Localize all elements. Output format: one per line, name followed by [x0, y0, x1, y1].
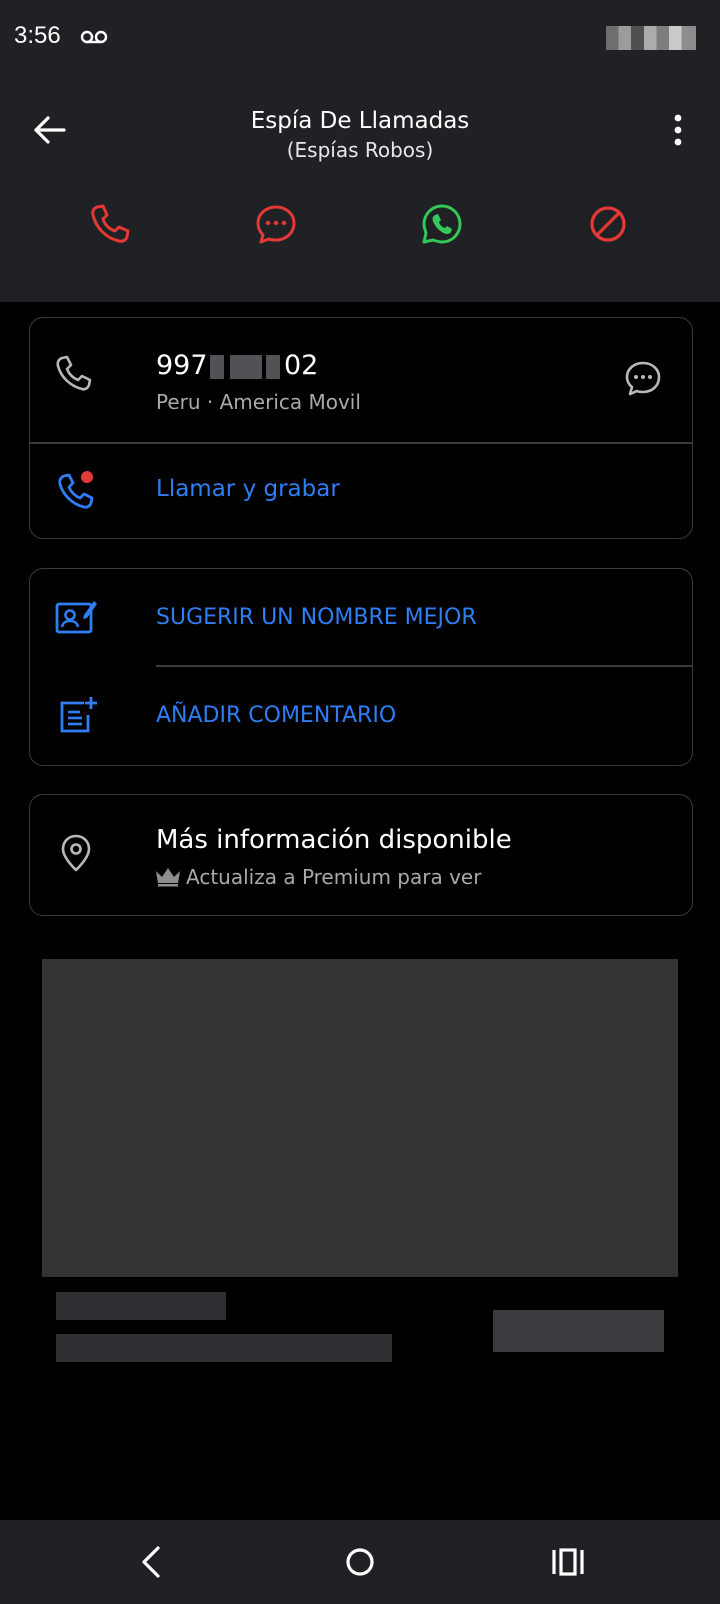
more-info-title: Más información disponible — [156, 825, 512, 855]
page-title: Espía De Llamadas — [250, 108, 470, 134]
edit-contact-icon — [55, 601, 97, 634]
voicemail-icon — [80, 30, 108, 44]
number-redaction — [210, 355, 224, 379]
call-button[interactable] — [88, 202, 132, 246]
phone-number-suffix[interactable]: 02 — [284, 350, 318, 381]
record-call-label: Llamar y grabar — [156, 476, 340, 502]
whatsapp-button[interactable] — [420, 202, 464, 246]
ad-placeholder-image[interactable] — [42, 959, 678, 1277]
number-card: 997 02 Peru · America Movil Llamar y gra… — [29, 317, 693, 539]
crown-icon — [156, 868, 180, 887]
record-call-row[interactable]: Llamar y grabar — [30, 444, 692, 538]
contact-header: Espía De Llamadas (Espías Robos) — [0, 80, 720, 302]
more-vertical-icon[interactable] — [662, 110, 694, 150]
ad-placeholder-line — [56, 1334, 392, 1362]
ad-placeholder-line — [56, 1292, 226, 1320]
carrier-label: Peru · America Movil — [156, 390, 361, 414]
premium-upsell-label: Actualiza a Premium para ver — [186, 865, 482, 889]
suggest-name-label: SUGERIR UN NOMBRE MEJOR — [156, 605, 477, 630]
phone-icon — [56, 355, 92, 391]
add-comment-label: AÑADIR COMENTARIO — [156, 703, 397, 728]
nav-back-icon[interactable] — [130, 1540, 174, 1584]
phone-number-prefix[interactable]: 997 — [156, 350, 208, 381]
page-subtitle: (Espías Robos) — [286, 138, 434, 162]
options-card: SUGERIR UN NOMBRE MEJOR AÑADIR COMENTARI… — [29, 568, 693, 766]
number-redaction — [266, 355, 280, 379]
message-button[interactable] — [254, 202, 298, 246]
status-bar: 3:56 — [0, 0, 720, 80]
chat-bubble-icon[interactable] — [624, 360, 662, 398]
nav-recents-icon[interactable] — [546, 1540, 590, 1584]
nav-home-icon[interactable] — [338, 1540, 382, 1584]
record-call-icon — [58, 469, 95, 509]
ad-placeholder-button[interactable] — [493, 1310, 664, 1352]
add-comment-row[interactable]: AÑADIR COMENTARIO — [30, 667, 692, 765]
more-info-card[interactable]: Más información disponible Actualiza a P… — [29, 794, 693, 916]
status-time: 3:56 — [14, 22, 61, 49]
location-pin-icon — [61, 834, 91, 872]
number-redaction — [230, 355, 262, 379]
block-button[interactable] — [586, 202, 630, 246]
suggest-name-row[interactable]: SUGERIR UN NOMBRE MEJOR — [30, 569, 692, 665]
status-icons-redacted — [606, 26, 696, 50]
system-nav-bar — [0, 1520, 720, 1604]
add-note-icon — [60, 697, 97, 733]
